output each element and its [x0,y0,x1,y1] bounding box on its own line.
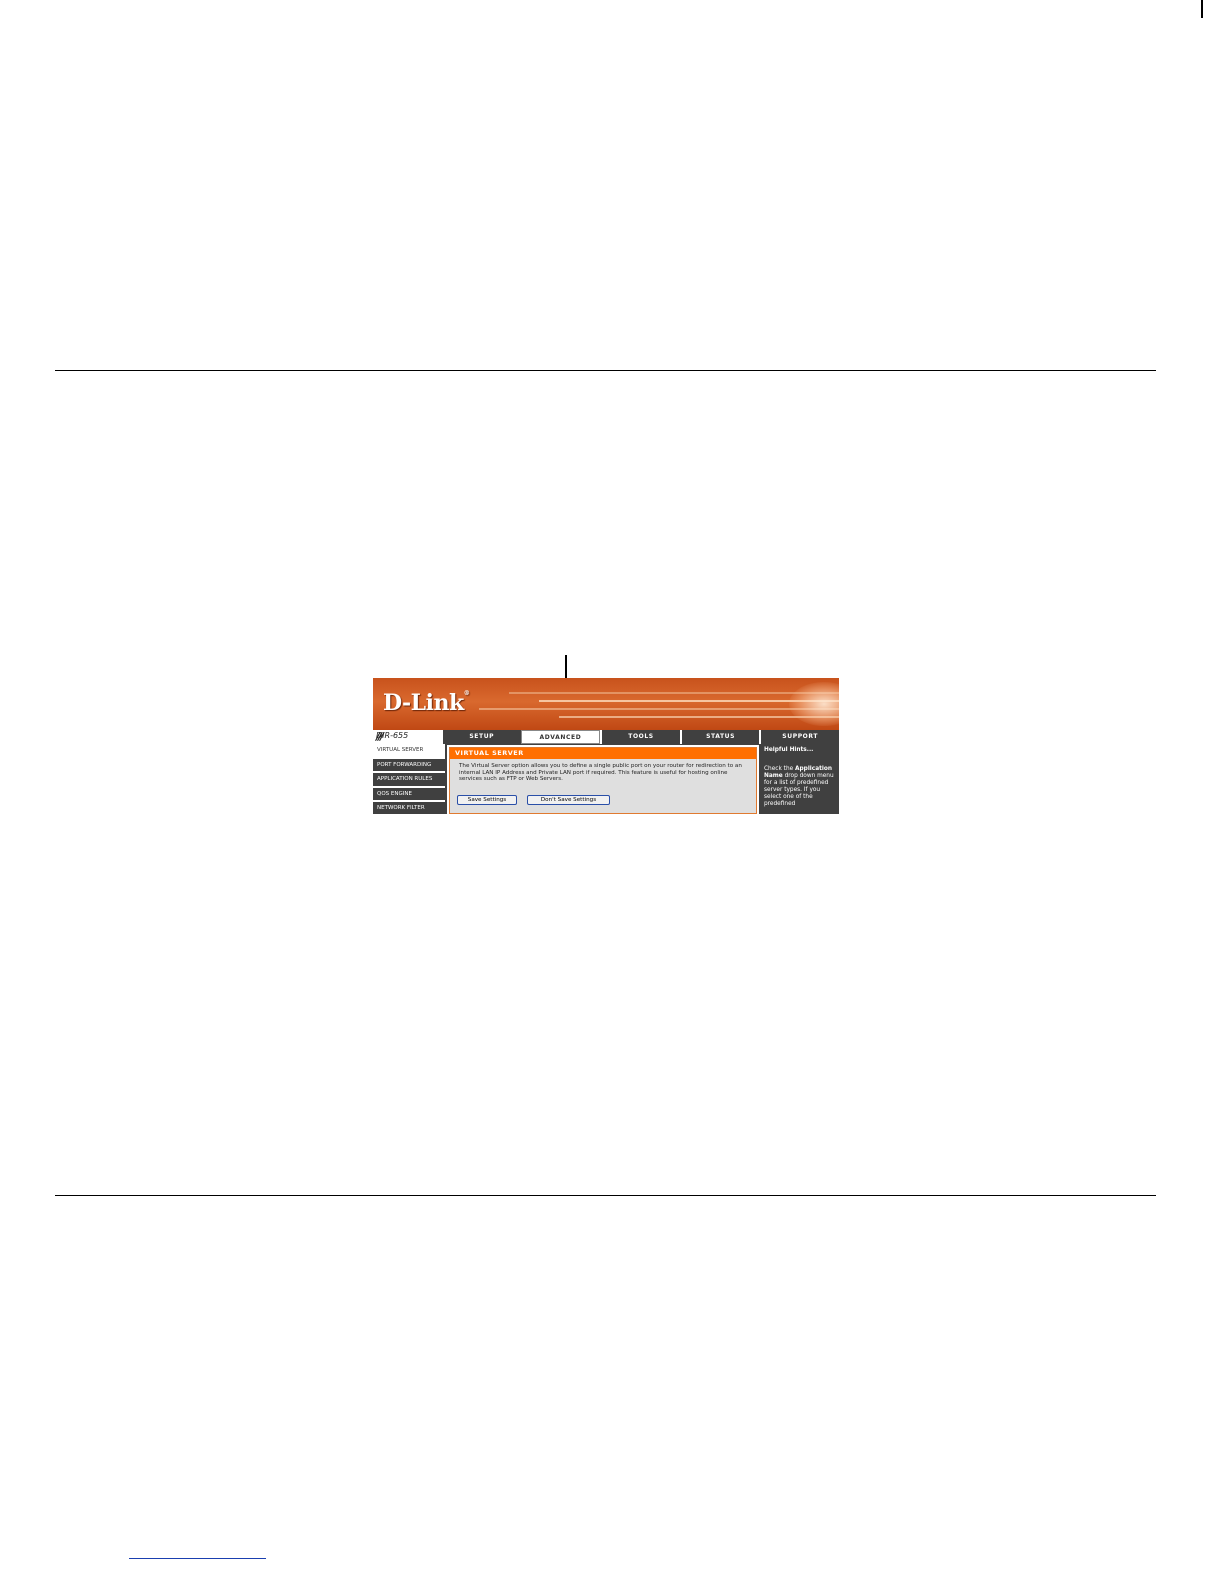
model-badge: DIR-655 /// [373,730,441,744]
panel-description: The Virtual Server option allows you to … [459,763,742,783]
top-divider [55,370,1156,371]
sidebar-item-virtual-server[interactable]: VIRTUAL SERVER [373,744,445,759]
tab-advanced[interactable]: ADVANCED [520,730,601,744]
footer-link-underline[interactable] [129,1558,266,1559]
sidebar-item-network-filter[interactable]: NETWORK FILTER [373,802,445,814]
bottom-divider [55,1195,1156,1196]
panel-title: VIRTUAL SERVER [450,748,756,759]
sidebar-item-port-forwarding[interactable]: PORT FORWARDING [373,759,445,773]
main-content: VIRTUAL SERVER The Virtual Server option… [447,745,759,814]
page-edge-line [1201,0,1203,18]
hints-title: Helpful Hints... [764,747,814,753]
tab-support[interactable]: SUPPORT [759,730,839,744]
hints-text: Check the Application Name drop down men… [764,766,834,807]
dlink-logo: D-Link® [383,690,470,716]
dlink-banner: D-Link® [373,678,839,730]
top-nav: DIR-655 /// SETUP ADVANCED TOOLS STATUS … [373,730,839,744]
tab-tools[interactable]: TOOLS [600,730,680,744]
router-screenshot: D-Link® DIR-655 /// SETUP ADVANCED TOOLS… [373,678,839,814]
sidebar: VIRTUAL SERVER PORT FORWARDING APPLICATI… [373,744,445,814]
helpful-hints: Helpful Hints... Check the Application N… [761,744,839,814]
sidebar-item-qos-engine[interactable]: QOS ENGINE [373,788,445,802]
tab-setup[interactable]: SETUP [441,730,521,744]
tab-status[interactable]: STATUS [679,730,760,744]
sidebar-item-application-rules[interactable]: APPLICATION RULES [373,773,445,788]
virtual-server-panel: VIRTUAL SERVER The Virtual Server option… [449,747,757,814]
save-settings-button[interactable]: Save Settings [457,795,517,805]
dont-save-settings-button[interactable]: Don't Save Settings [527,795,610,805]
